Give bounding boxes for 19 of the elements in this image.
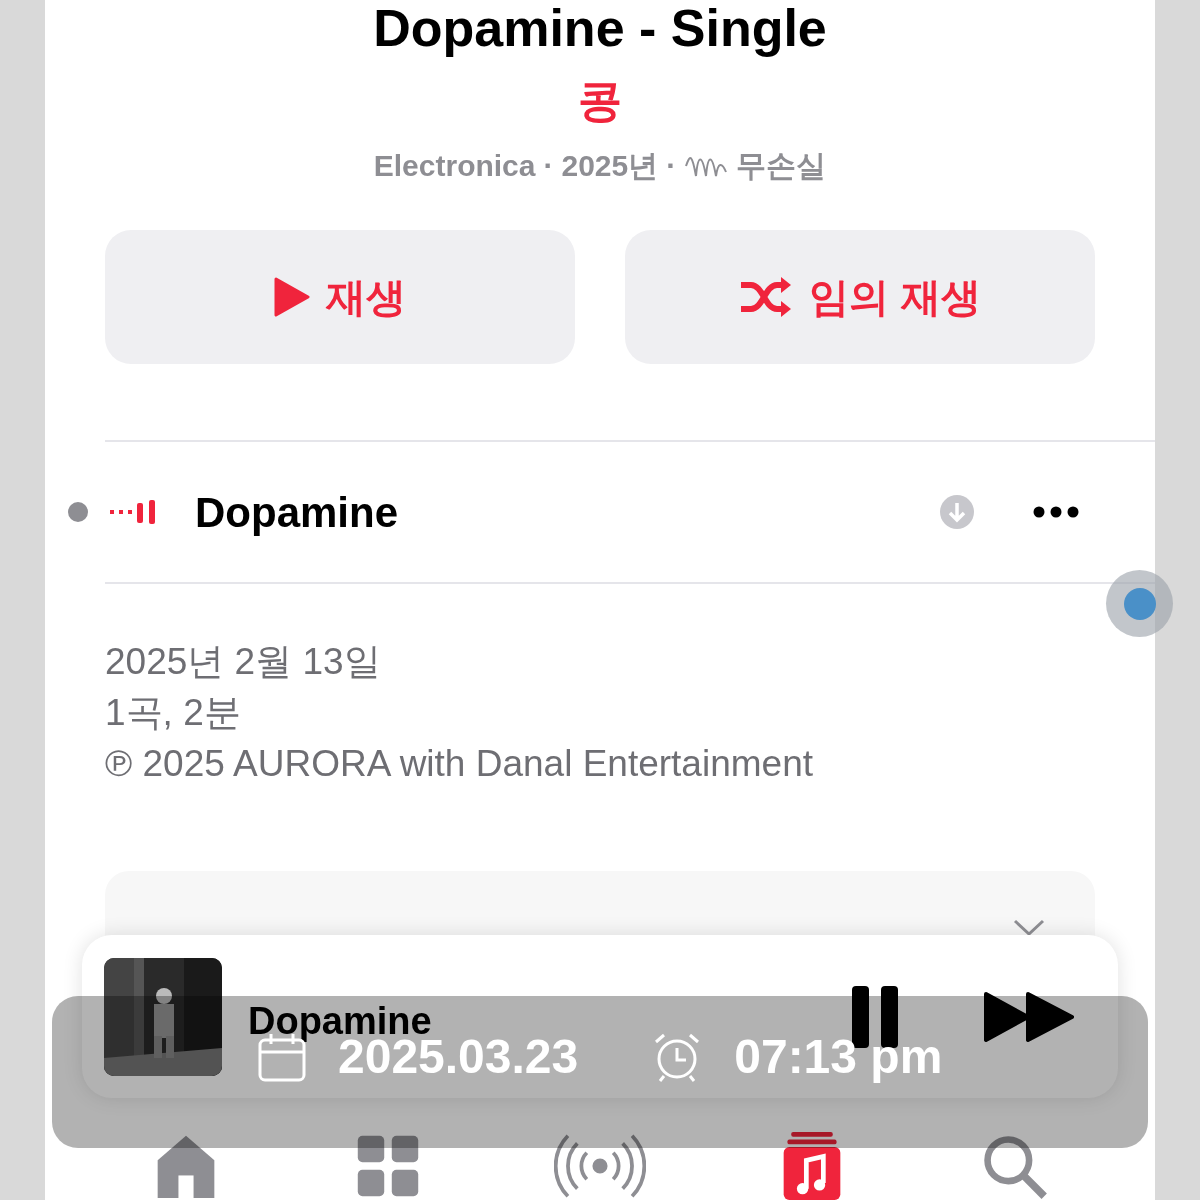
album-info-line: 2025년 2월 13일 [105,640,382,684]
lossless-label: 무손실 [736,148,827,184]
album-meta-label: 2025년 [561,148,659,184]
shuffle-button[interactable]: 임의 재생 [625,230,1095,364]
album-info-line: ℗ 2025 AURORA with Danal Entertainment [105,742,814,786]
separator-dot: · [666,148,677,184]
lossless-icon [684,154,729,178]
play-icon [274,277,310,317]
album-meta-label: Electronica [373,148,536,184]
album-title: Dopamine - Single [373,0,827,56]
track-title[interactable]: Dopamine [195,480,399,544]
more-icon[interactable] [1033,506,1079,518]
separator-dot: · [543,148,554,184]
time-label: 07:13 pm [734,1029,943,1085]
artist-name[interactable]: 콩 [578,76,622,126]
album-info-line: 1곡, 2분 [105,691,242,735]
chevron-down-icon[interactable] [1013,919,1045,937]
play-button[interactable]: 재생 [105,230,575,364]
radio-tab-icon[interactable] [554,1132,646,1200]
